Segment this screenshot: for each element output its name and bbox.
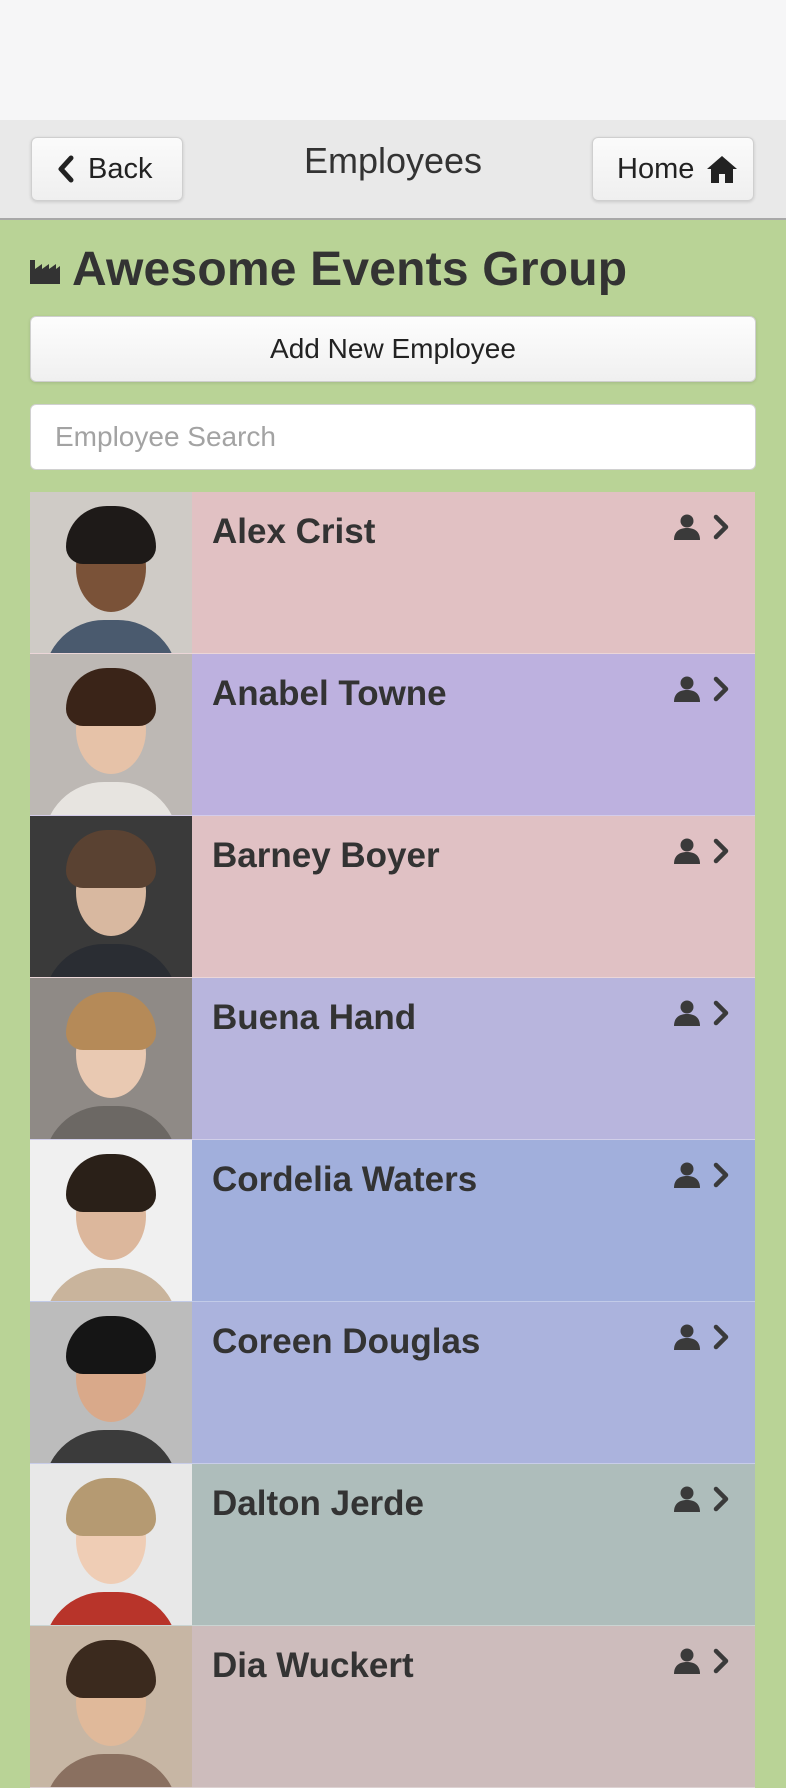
home-icon (707, 156, 738, 183)
add-employee-button[interactable]: Add New Employee (30, 316, 756, 382)
company-name: Awesome Events Group (72, 243, 628, 296)
photo-shoulders (44, 1268, 178, 1301)
employee-list: Alex Crist Anabel Towne Barney Boyer Buena … (30, 492, 755, 1788)
user-icon (674, 1648, 700, 1674)
employee-name: Alex Crist (212, 512, 376, 551)
employee-photo (30, 978, 192, 1139)
employee-row[interactable]: Anabel Towne (30, 654, 755, 816)
employee-row[interactable]: Dia Wuckert (30, 1626, 755, 1788)
employee-row[interactable]: Barney Boyer (30, 816, 755, 978)
user-icon (674, 1324, 700, 1350)
photo-hair (66, 992, 156, 1050)
photo-hair (66, 830, 156, 888)
chevron-right-icon (713, 1162, 729, 1188)
photo-shoulders (44, 1592, 178, 1625)
employee-photo (30, 816, 192, 977)
photo-shoulders (44, 944, 178, 977)
photo-hair (66, 1640, 156, 1698)
user-icon (674, 1486, 700, 1512)
employee-name: Dalton Jerde (212, 1484, 424, 1523)
photo-hair (66, 1154, 156, 1212)
employee-row[interactable]: Alex Crist (30, 492, 755, 654)
employee-photo (30, 1140, 192, 1301)
chevron-right-icon (713, 1324, 729, 1350)
employee-name: Buena Hand (212, 998, 417, 1037)
factory-icon (30, 259, 60, 284)
user-icon (674, 1000, 700, 1026)
row-icons (673, 1648, 729, 1674)
employee-row[interactable]: Buena Hand (30, 978, 755, 1140)
row-icons (673, 514, 729, 540)
user-icon (674, 676, 700, 702)
employee-row[interactable]: Cordelia Waters (30, 1140, 755, 1302)
home-button-label: Home (617, 152, 695, 185)
photo-shoulders (44, 1106, 178, 1139)
header-bar: Back Employees Home (0, 120, 786, 220)
photo-shoulders (44, 620, 178, 653)
row-icons (673, 1162, 729, 1188)
employee-name: Dia Wuckert (212, 1646, 414, 1685)
employee-row[interactable]: Coreen Douglas (30, 1302, 755, 1464)
company-heading: Awesome Events Group (30, 242, 627, 297)
employee-photo (30, 1464, 192, 1625)
photo-hair (66, 668, 156, 726)
chevron-right-icon (713, 1000, 729, 1026)
photo-hair (66, 506, 156, 564)
employee-name: Cordelia Waters (212, 1160, 478, 1199)
photo-shoulders (44, 1430, 178, 1463)
chevron-right-icon (713, 676, 729, 702)
row-icons (673, 838, 729, 864)
photo-shoulders (44, 1754, 178, 1787)
employee-photo (30, 1626, 192, 1787)
user-icon (674, 1162, 700, 1188)
row-icons (673, 676, 729, 702)
employee-photo (30, 1302, 192, 1463)
employee-name: Barney Boyer (212, 836, 440, 875)
employee-search-input[interactable] (30, 404, 756, 470)
photo-hair (66, 1478, 156, 1536)
chevron-right-icon (713, 514, 729, 540)
chevron-right-icon (713, 1486, 729, 1512)
row-icons (673, 1000, 729, 1026)
user-icon (674, 838, 700, 864)
photo-shoulders (44, 782, 178, 815)
employee-photo (30, 654, 192, 815)
chevron-right-icon (713, 838, 729, 864)
status-bar-area (0, 0, 786, 120)
photo-hair (66, 1316, 156, 1374)
employee-photo (30, 492, 192, 653)
home-button[interactable]: Home (592, 137, 754, 201)
user-icon (674, 514, 700, 540)
employee-name: Coreen Douglas (212, 1322, 481, 1361)
employee-name: Anabel Towne (212, 674, 447, 713)
row-icons (673, 1324, 729, 1350)
employee-row[interactable]: Dalton Jerde (30, 1464, 755, 1626)
chevron-right-icon (713, 1648, 729, 1674)
row-icons (673, 1486, 729, 1512)
